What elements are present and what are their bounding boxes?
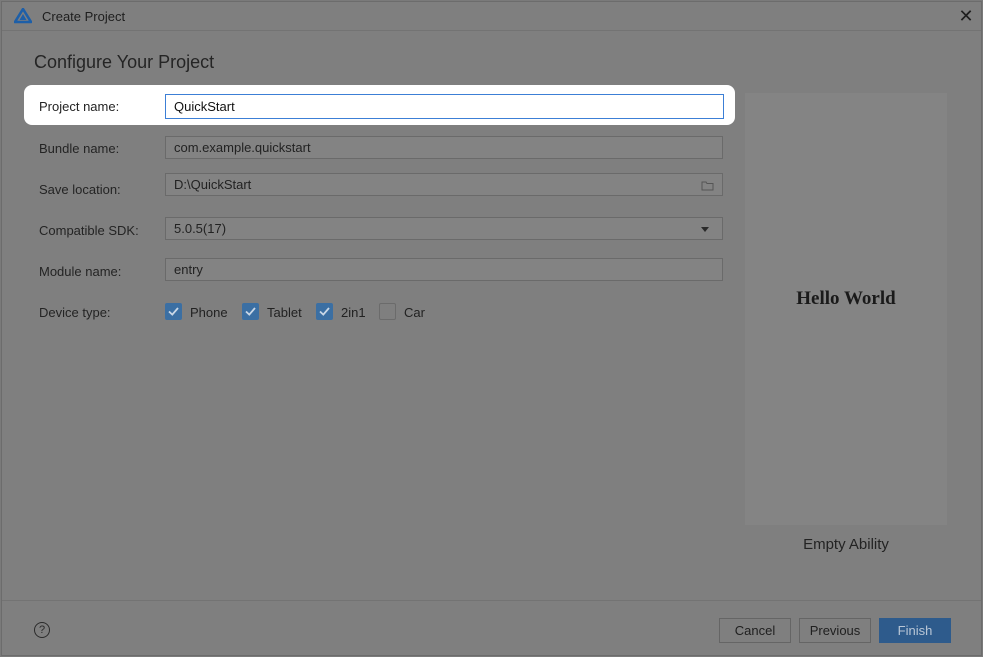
compatible-sdk-select[interactable]: 5.0.5(17)	[165, 217, 723, 240]
device-phone-label: Phone	[190, 305, 228, 320]
device-car-label: Car	[404, 305, 425, 320]
template-name: Empty Ability	[803, 536, 889, 553]
checkbox-unchecked-icon	[379, 303, 396, 320]
preview-hello-text: Hello World	[796, 288, 896, 309]
chevron-down-icon	[701, 227, 709, 232]
project-name-value: QuickStart	[174, 99, 235, 114]
device-type-label: Device type:	[39, 305, 111, 320]
checkbox-checked-icon	[165, 303, 182, 320]
window-title: Create Project	[42, 9, 126, 24]
module-name-label: Module name:	[39, 264, 122, 279]
cancel-button[interactable]: Cancel	[719, 618, 791, 643]
checkbox-checked-icon	[242, 303, 259, 320]
save-location-value: D:\QuickStart	[174, 177, 252, 192]
save-location-input[interactable]: D:\QuickStart	[165, 173, 723, 196]
create-project-dialog: Create Project ✕ Configure Your Project …	[1, 1, 982, 656]
template-preview: Hello World	[745, 93, 947, 525]
deveco-logo-icon	[13, 7, 33, 24]
close-icon[interactable]: ✕	[955, 5, 977, 27]
folder-icon[interactable]	[701, 179, 714, 191]
device-tablet-label: Tablet	[267, 305, 302, 320]
save-location-label: Save location:	[39, 182, 121, 197]
project-name-input[interactable]: QuickStart	[165, 94, 724, 119]
bundle-name-value: com.example.quickstart	[174, 140, 311, 155]
project-name-row-highlight: Project name: QuickStart	[24, 85, 735, 125]
module-name-value: entry	[174, 262, 203, 277]
module-name-input[interactable]: entry	[165, 258, 723, 281]
title-bar: Create Project ✕	[2, 2, 981, 31]
finish-button[interactable]: Finish	[879, 618, 951, 643]
project-name-label: Project name:	[39, 99, 120, 114]
compatible-sdk-value: 5.0.5(17)	[174, 221, 227, 236]
device-2in1-label: 2in1	[341, 305, 366, 320]
footer-divider	[2, 600, 981, 601]
compatible-sdk-label: Compatible SDK:	[39, 223, 139, 238]
bundle-name-label: Bundle name:	[39, 141, 120, 156]
previous-button[interactable]: Previous	[799, 618, 871, 643]
checkbox-checked-icon	[316, 303, 333, 320]
page-title: Configure Your Project	[34, 52, 215, 72]
help-icon[interactable]: ?	[34, 622, 50, 638]
bundle-name-input[interactable]: com.example.quickstart	[165, 136, 723, 159]
